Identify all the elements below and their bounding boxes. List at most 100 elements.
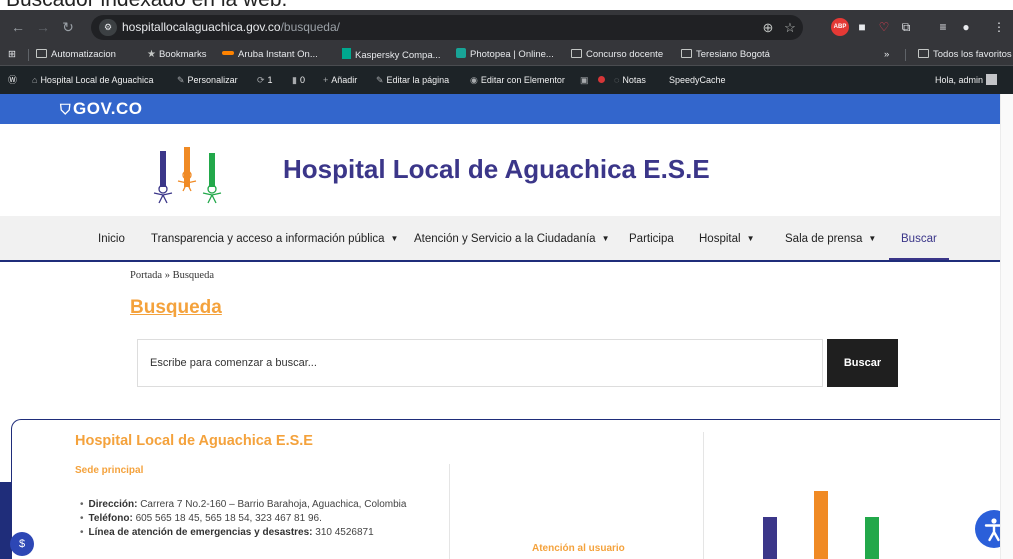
contact-info-list: Dirección: Carrera 7 No.2-160 – Barrio B… — [80, 498, 407, 540]
chevron-down-icon: ▼ — [868, 234, 877, 243]
reading-list-icon[interactable]: ≡ — [934, 18, 952, 36]
main-menu: Inicio Transparencia y acceso a informac… — [0, 216, 1000, 262]
list-item: Línea de atención de emergencias y desas… — [80, 526, 406, 540]
admin-speedycache[interactable]: SpeedyCache — [669, 73, 726, 87]
star-icon: ★ — [147, 49, 156, 60]
aruba-icon — [222, 51, 234, 55]
home-icon: ⌂ — [32, 75, 38, 85]
url-path: /busqueda/ — [280, 20, 340, 34]
bookmark-teresiano[interactable]: Teresiano Bogotá — [681, 48, 770, 62]
extensions-puzzle-icon[interactable]: ⧉ — [897, 18, 915, 36]
admin-status-dot[interactable] — [598, 73, 605, 87]
admin-edit-page[interactable]: ✎ Editar la página — [376, 73, 449, 87]
avatar — [986, 74, 998, 85]
folder-icon — [681, 49, 692, 58]
kaspersky-icon — [342, 48, 351, 59]
wordpress-icon[interactable]: Ⓦ — [8, 73, 17, 87]
plugin-icon: ▣ — [580, 75, 589, 85]
admin-comments[interactable]: ▮ 0 — [292, 73, 305, 87]
menu-kebab-icon[interactable]: ⋮ — [990, 18, 1008, 36]
bookmark-star-icon[interactable]: ☆ — [781, 19, 799, 36]
admin-site-name[interactable]: ⌂ Hospital Local de Aguachica — [32, 73, 154, 87]
gov-logo[interactable]: ⛉ GOV.CO — [60, 99, 142, 119]
admin-updates[interactable]: ⟳ 1 — [257, 73, 273, 87]
search-input[interactable] — [137, 339, 823, 387]
bookmark-bookmarks[interactable]: ★ Bookmarks — [147, 48, 206, 62]
folder-icon — [918, 49, 929, 58]
list-item: Teléfono: 605 565 18 45, 565 18 54, 323 … — [80, 512, 406, 526]
bookmarks-divider — [28, 49, 29, 61]
bookmarks-overflow-button[interactable]: » — [884, 48, 889, 62]
menu-item-buscar[interactable]: Buscar — [901, 232, 937, 246]
logo-bar-orange — [184, 147, 190, 187]
gov-shield-icon: ⛉ — [60, 101, 71, 117]
logo-bar-green — [865, 517, 879, 559]
folder-icon — [571, 49, 582, 58]
pocket-icon[interactable]: ♡ — [875, 18, 893, 36]
extension-square-icon[interactable]: ■ — [853, 18, 871, 36]
adblock-icon[interactable]: ABP — [831, 18, 849, 36]
menu-item-atencion[interactable]: Atención y Servicio a la Ciudadanía ▼ — [414, 232, 609, 246]
reload-icon[interactable]: ↻ — [58, 17, 78, 37]
search-button[interactable]: Buscar — [827, 339, 898, 387]
admin-new[interactable]: + Añadir — [323, 73, 357, 87]
page-scrollbar[interactable] — [1000, 94, 1013, 559]
url-host: hospitallocalaguachica.gov.co — [122, 20, 281, 34]
profile-icon[interactable]: ● — [957, 18, 975, 36]
bookmark-aruba[interactable]: Aruba Instant On... — [222, 48, 318, 62]
admin-customize[interactable]: ✎ Personalizar — [177, 73, 238, 87]
menu-item-transparencia[interactable]: Transparencia y acceso a información púb… — [151, 232, 398, 246]
bookmark-photopea[interactable]: Photopea | Online... — [456, 48, 554, 62]
logo-bar-orange — [814, 491, 828, 559]
site-title[interactable]: Hospital Local de Aguachica E.S.E — [283, 154, 710, 185]
column-divider — [449, 464, 450, 559]
site-info-icon[interactable]: ⚙ — [99, 19, 117, 36]
zoom-icon[interactable]: ⊕ — [759, 19, 777, 36]
speech-bubble-icon: ◌ — [614, 75, 620, 85]
column-divider — [703, 432, 704, 559]
gov-bar: ⛉ GOV.CO — [0, 94, 1000, 124]
admin-notes[interactable]: ◌ Notas — [614, 73, 646, 87]
plus-icon: + — [323, 75, 329, 85]
red-dot-icon — [598, 76, 605, 83]
chevron-down-icon: ▼ — [601, 234, 610, 243]
apps-grid-icon[interactable]: ⊞ — [8, 48, 16, 62]
chat-widget-icon[interactable]: $ — [10, 532, 34, 556]
admin-account[interactable]: Hola, admin — [935, 73, 998, 87]
chevron-down-icon: ▼ — [746, 234, 755, 243]
updates-icon: ⟳ — [257, 75, 265, 85]
page-title[interactable]: Busqueda — [130, 297, 222, 319]
forward-arrow-icon[interactable]: → — [33, 17, 53, 37]
brush-icon: ✎ — [177, 75, 185, 85]
bookmarks-bar: ⊞ Automatizacion ★ Bookmarks Aruba Instan… — [0, 44, 1013, 66]
all-bookmarks[interactable]: Todos los favoritos — [918, 48, 1012, 62]
bookmarks-divider — [905, 49, 906, 61]
caption-text: Buscador indexado en la web. — [6, 0, 287, 10]
list-item: Dirección: Carrera 7 No.2-160 – Barrio B… — [80, 498, 407, 512]
active-menu-indicator — [889, 258, 949, 260]
hospital-logo-icon[interactable] — [140, 145, 235, 205]
url-text[interactable]: hospitallocalaguachica.gov.co/busqueda/ — [122, 20, 340, 34]
breadcrumb[interactable]: Portada » Busqueda — [130, 270, 214, 281]
pencil-icon: ✎ — [376, 75, 384, 85]
admin-elementor[interactable]: ◉ Editar con Elementor — [470, 73, 565, 87]
menu-item-hospital[interactable]: Hospital ▼ — [699, 232, 754, 246]
bookmark-concurso[interactable]: Concurso docente — [571, 48, 663, 62]
logo-bar-blue — [160, 151, 166, 187]
logo-bar-blue — [763, 517, 777, 559]
bookmark-automatizacion[interactable]: Automatizacion — [36, 48, 116, 62]
folder-icon — [36, 49, 47, 58]
menu-item-participa[interactable]: Participa — [629, 232, 674, 246]
screen: Buscador indexado en la web. ← → ↻ ⚙ hos… — [0, 0, 1013, 559]
admin-plugin-icon[interactable]: ▣ — [580, 73, 592, 87]
footer-title: Hospital Local de Aguachica E.S.E — [75, 433, 313, 449]
photopea-icon — [456, 48, 466, 58]
comment-icon: ▮ — [292, 75, 297, 85]
bookmark-kaspersky[interactable]: Kaspersky Compa... — [342, 48, 441, 62]
footer-subtitle: Sede principal — [75, 465, 144, 476]
back-arrow-icon[interactable]: ← — [8, 17, 28, 37]
address-bar[interactable]: ⚙ hospitallocalaguachica.gov.co/busqueda… — [91, 15, 803, 40]
footer-column-title: Atención al usuario — [532, 543, 625, 554]
menu-item-inicio[interactable]: Inicio — [98, 232, 125, 246]
menu-item-sala-prensa[interactable]: Sala de prensa ▼ — [785, 232, 876, 246]
